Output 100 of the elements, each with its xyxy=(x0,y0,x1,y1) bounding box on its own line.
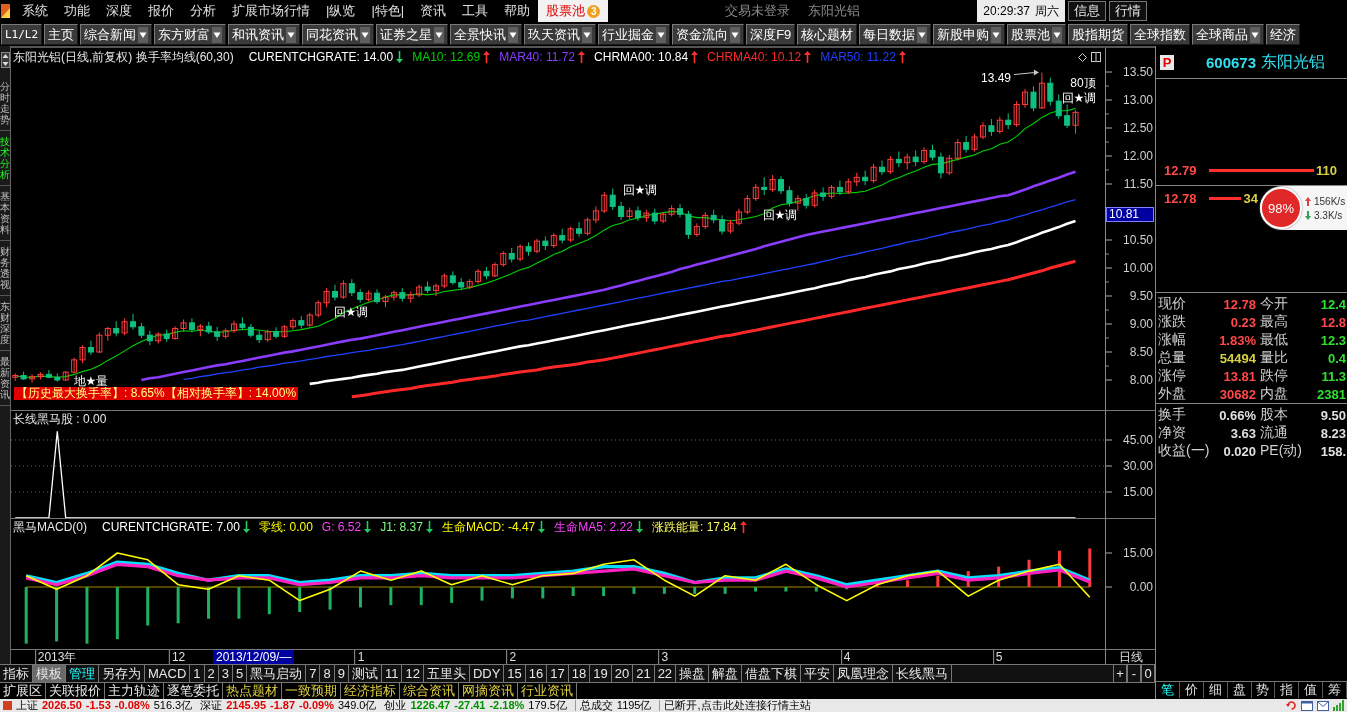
axis-label: 10.00 xyxy=(1122,261,1153,275)
quote-label: 总量 xyxy=(1158,349,1186,367)
quote-value: 54494 xyxy=(1219,350,1256,366)
indicator-value: G: 6.52 xyxy=(321,520,362,534)
quote-value: 2381 xyxy=(1317,386,1346,402)
quote-label: 现价 xyxy=(1158,295,1186,313)
quote-label: 净资 xyxy=(1158,424,1186,442)
index-change: -27.41 xyxy=(454,699,486,712)
quote-value: 0.23 xyxy=(1230,314,1256,330)
quote-value: 0.020 xyxy=(1223,443,1256,459)
axis-label: 13.00 xyxy=(1122,93,1153,107)
turnover-banner: 【历史最大换手率】: 8.65%【相对换手率】: 14.00% xyxy=(14,387,299,400)
index-value: 1226.47 xyxy=(410,699,451,712)
window-stock-name: 东阳光铝 xyxy=(808,2,861,20)
axis-label: 15.00 xyxy=(1122,485,1153,499)
indicator-value: 生命MACD: -4.47 xyxy=(441,518,536,536)
index-value: 2026.50 xyxy=(42,699,82,712)
axis-label: 11.50 xyxy=(1123,177,1153,191)
signal-label: 80顶 xyxy=(1070,76,1096,90)
quote-value: 8.23 xyxy=(1320,425,1346,441)
quote-label: 涨跌 xyxy=(1158,313,1186,331)
ask-price: 12.79 xyxy=(1163,162,1198,178)
axis-label: 12.00 xyxy=(1122,149,1153,163)
ask-volume: 110 xyxy=(1316,162,1337,178)
quote-label: 收益(一) xyxy=(1158,442,1210,460)
quote-value: 12.78 xyxy=(1223,296,1256,312)
quote-label: 量比 xyxy=(1260,349,1288,367)
axis-label: 10.50 xyxy=(1122,233,1153,247)
quote-label: 涨幅 xyxy=(1158,331,1186,349)
upload-speed: 156K/s xyxy=(1314,195,1346,207)
stock-code: 600673 xyxy=(1206,53,1257,71)
axis-label: 30.00 xyxy=(1122,459,1153,473)
quote-value: 158. xyxy=(1320,443,1346,459)
quote-label: 换手 xyxy=(1158,406,1186,424)
bid-volume: 34 xyxy=(1243,190,1258,206)
quote-label: PE(动) xyxy=(1260,442,1302,460)
quote-label: 外盘 xyxy=(1158,385,1186,403)
index-change: -1.87 xyxy=(270,699,296,712)
signal-label: 回★调 xyxy=(762,208,798,222)
indicator-value: J1: 8.37 xyxy=(380,520,423,534)
count-badge: 3 xyxy=(587,4,601,18)
chart-title: 长线黑马股 : 0.00 xyxy=(13,410,107,428)
index-name: 上证 xyxy=(16,699,38,712)
indicator-value: MAR40: 11.72 xyxy=(499,50,576,64)
quote-value: 9.50 xyxy=(1320,407,1346,423)
quote-value: 11.3 xyxy=(1321,368,1346,384)
index-amount: 349.0亿 xyxy=(337,699,377,712)
indicator-value: MAR50: 11.22 xyxy=(820,50,896,64)
axis-label: 13.50 xyxy=(1122,65,1153,79)
chart-title: 东阳光铝(日线,前复权) 换手率均线(60,30) xyxy=(13,48,234,66)
clock-weekday: 周六 xyxy=(1035,2,1059,20)
axis-label: 15.00 xyxy=(1122,546,1153,560)
axis-label: 9.50 xyxy=(1129,289,1153,303)
indicator-value: CHRMA00: 10.84 xyxy=(594,50,689,64)
letter-badge: P xyxy=(1160,54,1174,70)
signal-label: 13.49 xyxy=(981,71,1011,85)
quote-label: 跌停 xyxy=(1260,367,1288,385)
bid-price: 12.78 xyxy=(1163,190,1198,206)
index-name: 深证 xyxy=(200,699,223,712)
signal-label: 回★调 xyxy=(1061,91,1097,105)
index-name: 创业 xyxy=(384,699,407,712)
indicator-value: 涨跌能量: 17.84 xyxy=(651,518,737,536)
indicator-value: CURENTCHGRATE: 7.00 xyxy=(102,520,240,534)
login-status: 交易未登录 xyxy=(725,2,791,20)
index-change: -1.53 xyxy=(85,699,111,712)
clock-time: 20:29:37 xyxy=(983,4,1030,18)
usage-indicator: 98% xyxy=(1260,187,1302,229)
indicator-value: CURENTCHGRATE: 14.00 xyxy=(248,50,394,64)
signal-label: 回★调 xyxy=(622,183,658,197)
index-percent: -2.18% xyxy=(489,699,525,712)
quote-value: 3.63 xyxy=(1230,425,1256,441)
indicator-value: 零线: 0.00 xyxy=(258,518,313,536)
axis-label: 9.00 xyxy=(1129,317,1153,331)
cursor-price-label: 10.81 xyxy=(1106,207,1154,222)
cursor-date-label: 2013/12/09/— xyxy=(213,650,295,664)
index-percent: -0.09% xyxy=(299,699,334,712)
quote-label: 今开 xyxy=(1260,295,1288,313)
quote-label: 股本 xyxy=(1260,406,1288,424)
quote-value: 13.81 xyxy=(1223,368,1256,384)
quote-value: 1.83% xyxy=(1219,332,1256,348)
quote-label: 流通 xyxy=(1260,424,1288,442)
download-speed: 3.3K/s xyxy=(1314,209,1343,221)
signal-label: 地★量 xyxy=(73,374,109,388)
axis-label: 12.50 xyxy=(1122,121,1153,135)
index-amount: 179.5亿 xyxy=(528,699,567,712)
quote-label: 最高 xyxy=(1260,313,1288,331)
axis-label: 8.50 xyxy=(1129,345,1153,359)
quote-value: 30682 xyxy=(1219,386,1256,402)
axis-label: 8.00 xyxy=(1129,373,1153,387)
quote-value: 12.8 xyxy=(1320,314,1346,330)
quote-label: 涨停 xyxy=(1158,367,1186,385)
index-amount: 516.3亿 xyxy=(153,699,193,712)
quote-label: 最低 xyxy=(1260,331,1288,349)
quote-value: 12.4 xyxy=(1320,296,1346,312)
indicator-value: MA10: 12.69 xyxy=(412,50,481,64)
index-value: 2145.95 xyxy=(226,699,266,712)
quote-value: 0.4 xyxy=(1327,350,1346,366)
stock-name: 东阳光铝 xyxy=(1261,51,1326,72)
axis-label: 45.00 xyxy=(1122,433,1153,447)
chart-title: 黑马MACD(0) xyxy=(13,518,87,536)
